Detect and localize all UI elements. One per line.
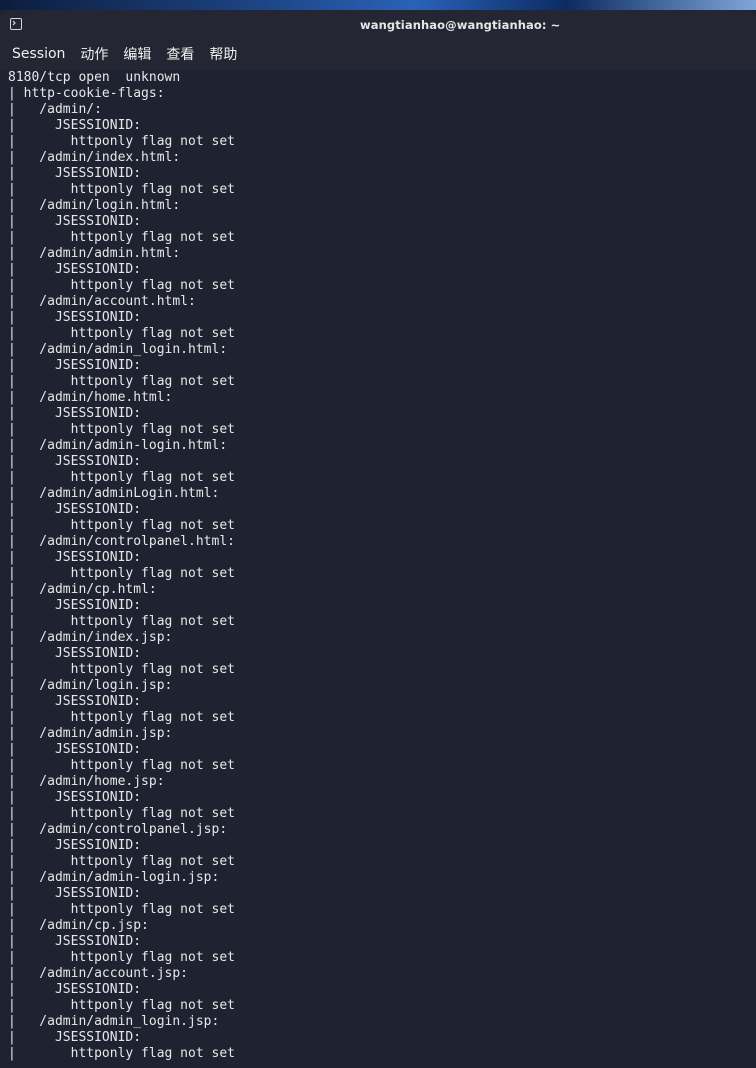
terminal-line: | /admin/login.html: [8, 198, 181, 213]
terminal-window: wangtianhao@wangtianhao: ~ Session 动作 编辑… [0, 10, 756, 1068]
terminal-line: | httponly flag not set [8, 518, 235, 533]
terminal-line: | /admin/admin.jsp: [8, 726, 173, 741]
terminal-line: | /admin/admin.html: [8, 246, 181, 261]
terminal-line: | JSESSIONID: [8, 742, 142, 757]
terminal-icon [10, 18, 22, 30]
terminal-line: | httponly flag not set [8, 374, 235, 389]
terminal-line: | JSESSIONID: [8, 358, 142, 373]
terminal-line: | /admin/controlpanel.jsp: [8, 822, 228, 837]
terminal-line: | JSESSIONID: [8, 934, 142, 949]
terminal-line: | httponly flag not set [8, 902, 235, 917]
menu-view[interactable]: 查看 [166, 44, 194, 64]
menu-edit[interactable]: 编辑 [123, 44, 151, 64]
title-bar[interactable]: wangtianhao@wangtianhao: ~ [0, 10, 756, 40]
window-title: wangtianhao@wangtianhao: ~ [360, 18, 561, 32]
terminal-line: | /admin/index.html: [8, 150, 181, 165]
terminal-line: | httponly flag not set [8, 134, 235, 149]
terminal-line: | JSESSIONID: [8, 502, 142, 517]
terminal-line: | JSESSIONID: [8, 886, 142, 901]
terminal-line: | /admin/cp.html: [8, 582, 157, 597]
terminal-line: | JSESSIONID: [8, 214, 142, 229]
terminal-line: | httponly flag not set [8, 470, 235, 485]
terminal-line: | JSESSIONID: [8, 262, 142, 277]
terminal-line: | /admin/: [8, 102, 102, 117]
menu-actions[interactable]: 动作 [80, 44, 108, 64]
terminal-line: | JSESSIONID: [8, 550, 142, 565]
terminal-line: | httponly flag not set [8, 278, 235, 293]
terminal-line: | JSESSIONID: [8, 166, 142, 181]
terminal-line: | /admin/home.html: [8, 390, 173, 405]
terminal-line: | JSESSIONID: [8, 310, 142, 325]
menu-session[interactable]: Session [12, 46, 65, 62]
terminal-line: | /admin/admin_login.jsp: [8, 1014, 220, 1029]
terminal-line: | httponly flag not set [8, 758, 235, 773]
terminal-line: | JSESSIONID: [8, 406, 142, 421]
terminal-line: | /admin/admin-login.jsp: [8, 870, 220, 885]
terminal-line: | httponly flag not set [8, 614, 235, 629]
terminal-line: | http-cookie-flags: [8, 86, 165, 101]
terminal-line: | httponly flag not set [8, 230, 235, 245]
terminal-line: 8180/tcp open unknown [8, 70, 181, 85]
terminal-line: | /admin/cp.jsp: [8, 918, 149, 933]
terminal-line: | httponly flag not set [8, 1046, 235, 1061]
terminal-line: | JSESSIONID: [8, 598, 142, 613]
terminal-line: | /admin/adminLogin.html: [8, 486, 220, 501]
terminal-line: | httponly flag not set [8, 566, 235, 581]
terminal-line: | JSESSIONID: [8, 1030, 142, 1045]
terminal-line: | /admin/account.jsp: [8, 966, 189, 981]
desktop-background [0, 0, 756, 10]
terminal-line: | /admin/controlpanel.html: [8, 534, 235, 549]
terminal-line: | httponly flag not set [8, 422, 235, 437]
terminal-line: | httponly flag not set [8, 326, 235, 341]
terminal-line: | JSESSIONID: [8, 790, 142, 805]
terminal-line: | JSESSIONID: [8, 454, 142, 469]
terminal-line: | /admin/login.jsp: [8, 678, 173, 693]
terminal-line: | JSESSIONID: [8, 838, 142, 853]
terminal-line: | httponly flag not set [8, 182, 235, 197]
terminal-line: | JSESSIONID: [8, 982, 142, 997]
terminal-line: | httponly flag not set [8, 710, 235, 725]
terminal-line: | httponly flag not set [8, 662, 235, 677]
terminal-line: | httponly flag not set [8, 806, 235, 821]
terminal-line: | /admin/admin-login.html: [8, 438, 228, 453]
terminal-line: | JSESSIONID: [8, 694, 142, 709]
menu-help[interactable]: 帮助 [209, 44, 237, 64]
terminal-line: | httponly flag not set [8, 950, 235, 965]
menu-bar: Session 动作 编辑 查看 帮助 [0, 40, 756, 68]
terminal-line: | /admin/home.jsp: [8, 774, 165, 789]
terminal-line: | JSESSIONID: [8, 118, 142, 133]
terminal-line: | /admin/index.jsp: [8, 630, 173, 645]
terminal-line: | JSESSIONID: [8, 646, 142, 661]
terminal-line: | /admin/admin_login.html: [8, 342, 228, 357]
terminal-line: | httponly flag not set [8, 854, 235, 869]
terminal-line: | httponly flag not set [8, 998, 235, 1013]
terminal-output[interactable]: 8180/tcp open unknown | http-cookie-flags… [0, 70, 756, 1068]
terminal-line: | /admin/account.html: [8, 294, 196, 309]
